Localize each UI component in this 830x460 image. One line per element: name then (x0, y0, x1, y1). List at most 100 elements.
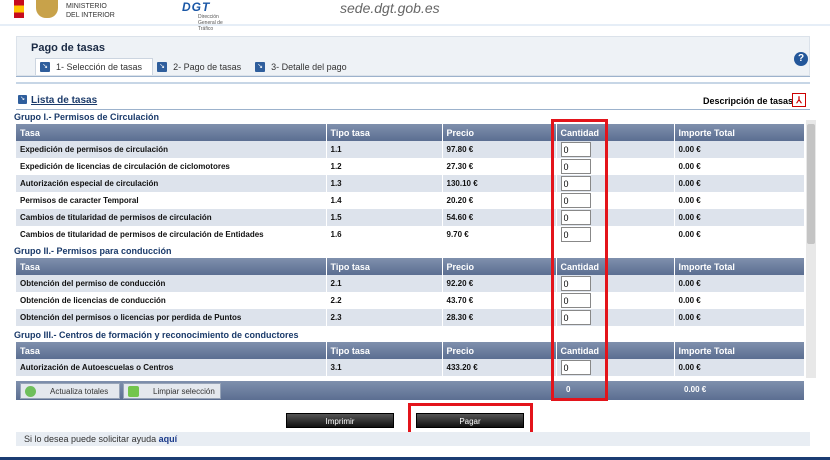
title-panel: Pago de tasas ↘ 1- Selección de tasas ↘ … (16, 36, 810, 76)
tipo-cell: 3.1 (326, 359, 443, 376)
column-header-tipo: Tipo tasa (326, 124, 443, 141)
descripcion-tasas-link[interactable]: Descripción de tasas (703, 96, 793, 106)
column-header-importe: Importe Total (674, 342, 805, 359)
table-header-row: Tasa Tipo tasa Precio Cantidad Importe T… (16, 124, 805, 141)
precio-cell: 27.30 € (442, 158, 557, 175)
importe-cell: 0.00 € (674, 359, 805, 376)
tasas-table-group-2: Tasa Tipo tasa Precio Cantidad Importe T… (16, 258, 805, 326)
tipo-cell: 1.4 (326, 192, 443, 209)
tab-label: 1- Selección de tasas (56, 62, 143, 72)
importe-cell: 0.00 € (674, 292, 805, 309)
importe-cell: 0.00 € (674, 175, 805, 192)
table-row: Autorización especial de circulación 1.3… (16, 175, 805, 192)
column-header-tipo: Tipo tasa (326, 342, 443, 359)
column-header-tasa: Tasa (16, 342, 327, 359)
tasa-cell: Obtención del permiso de conducción (16, 275, 327, 292)
precio-cell: 433.20 € (442, 359, 557, 376)
tasa-cell: Obtención del permisos o licencias por p… (16, 309, 327, 326)
dgt-logo[interactable]: DGT Dirección General de Tráfico (182, 0, 228, 32)
dgt-logo-text: DGT (182, 0, 211, 14)
arrow-right-icon: ↘ (157, 61, 168, 72)
arrow-right-icon: ↘ (255, 61, 266, 72)
importe-total: 0.00 € (684, 385, 707, 394)
divider (16, 82, 810, 84)
cantidad-highlight-box (551, 119, 608, 401)
lista-tasas-title[interactable]: Lista de tasas (31, 95, 97, 106)
column-header-importe: Importe Total (674, 124, 805, 141)
tasa-cell: Obtención de licencias de conducción (16, 292, 327, 309)
tasa-cell: Autorización especial de circulación (16, 175, 327, 192)
tab-label: 2- Pago de tasas (173, 61, 242, 72)
tab-seleccion-tasas[interactable]: ↘ 1- Selección de tasas (35, 58, 154, 75)
column-header-importe: Importe Total (674, 258, 805, 275)
tipo-cell: 1.2 (326, 158, 443, 175)
table-row: Obtención de licencias de conducción 2.2… (16, 292, 805, 309)
totals-bar: Actualiza totales Limpiar selección 0 0.… (16, 381, 804, 400)
list-arrow-icon: ↘ (18, 95, 27, 104)
table-row: Cambios de titularidad de permisos de ci… (16, 226, 805, 243)
column-header-precio: Precio (442, 342, 557, 359)
group-title: Grupo I.- Permisos de Circulación (14, 112, 160, 122)
page-title: Pago de tasas (31, 42, 105, 54)
tasa-cell: Cambios de titularidad de permisos de ci… (16, 209, 327, 226)
importe-cell: 0.00 € (674, 209, 805, 226)
tipo-cell: 1.5 (326, 209, 443, 226)
tab-detalle-pago[interactable]: ↘ 3- Detalle del pago (251, 58, 357, 75)
table-row: Obtención del permiso de conducción 2.1 … (16, 275, 805, 292)
site-header: MINISTERIO DEL INTERIOR DGT Dirección Ge… (0, 0, 830, 32)
button-label: Actualiza totales (50, 386, 109, 396)
dgt-logo-sub: Dirección General de Tráfico (198, 14, 223, 32)
importe-cell: 0.00 € (674, 158, 805, 175)
ministry-logo: MINISTERIO DEL INTERIOR (66, 2, 115, 20)
refresh-icon (25, 385, 36, 397)
column-header-tasa: Tasa (16, 258, 327, 275)
importe-cell: 0.00 € (674, 275, 805, 292)
table-header-row: Tasa Tipo tasa Precio Cantidad Importe T… (16, 342, 805, 359)
pdf-icon[interactable]: ⅄ (792, 93, 806, 107)
vertical-scrollbar[interactable] (806, 120, 816, 378)
imprimir-button[interactable]: Imprimir (286, 413, 394, 428)
actualiza-totales-button[interactable]: Actualiza totales (20, 383, 120, 399)
site-url: sede.dgt.gob.es (340, 0, 440, 16)
tasas-table-group-3: Tasa Tipo tasa Precio Cantidad Importe T… (16, 342, 805, 376)
tipo-cell: 1.1 (326, 141, 443, 158)
tipo-cell: 1.6 (326, 226, 443, 243)
column-header-tipo: Tipo tasa (326, 258, 443, 275)
limpiar-seleccion-button[interactable]: Limpiar selección (123, 383, 221, 399)
tasas-scroll-area[interactable]: Grupo I.- Permisos de Circulación Tasa T… (12, 110, 818, 380)
tab-pago-tasas[interactable]: ↘ 2- Pago de tasas (153, 58, 251, 75)
tasa-cell: Cambios de titularidad de permisos de ci… (16, 226, 327, 243)
help-text: Si lo desea puede solicitar ayuda (24, 434, 157, 444)
ministry-line: MINISTERIO (66, 3, 107, 10)
clear-icon (128, 385, 139, 397)
button-label: Limpiar selección (153, 386, 215, 396)
scroll-thumb[interactable] (807, 124, 815, 244)
help-link[interactable]: aquí (159, 434, 178, 444)
header-divider (0, 24, 830, 26)
tipo-cell: 2.3 (326, 309, 443, 326)
precio-cell: 20.20 € (442, 192, 557, 209)
coat-of-arms-icon (36, 0, 58, 18)
ministry-line: DEL INTERIOR (66, 12, 115, 19)
tasas-table-group-1: Tasa Tipo tasa Precio Cantidad Importe T… (16, 124, 805, 243)
help-icon[interactable]: ? (794, 52, 808, 66)
divider (16, 76, 810, 77)
tasa-cell: Expedición de licencias de circulación d… (16, 158, 327, 175)
importe-cell: 0.00 € (674, 309, 805, 326)
tab-label: 3- Detalle del pago (271, 61, 347, 72)
tipo-cell: 2.2 (326, 292, 443, 309)
precio-cell: 43.70 € (442, 292, 557, 309)
spain-flag-icon (14, 0, 24, 18)
tipo-cell: 1.3 (326, 175, 443, 192)
precio-cell: 97.80 € (442, 141, 557, 158)
group-title: Grupo III.- Centros de formación y recon… (14, 330, 299, 340)
page: MINISTERIO DEL INTERIOR DGT Dirección Ge… (0, 0, 830, 460)
tipo-cell: 2.1 (326, 275, 443, 292)
help-bar: Si lo desea puede solicitar ayuda aquí (16, 432, 810, 446)
precio-cell: 130.10 € (442, 175, 557, 192)
importe-cell: 0.00 € (674, 141, 805, 158)
table-row: Autorización de Autoescuelas o Centros 3… (16, 359, 805, 376)
tasa-cell: Autorización de Autoescuelas o Centros (16, 359, 327, 376)
table-row: Expedición de licencias de circulación d… (16, 158, 805, 175)
column-header-tasa: Tasa (16, 124, 327, 141)
